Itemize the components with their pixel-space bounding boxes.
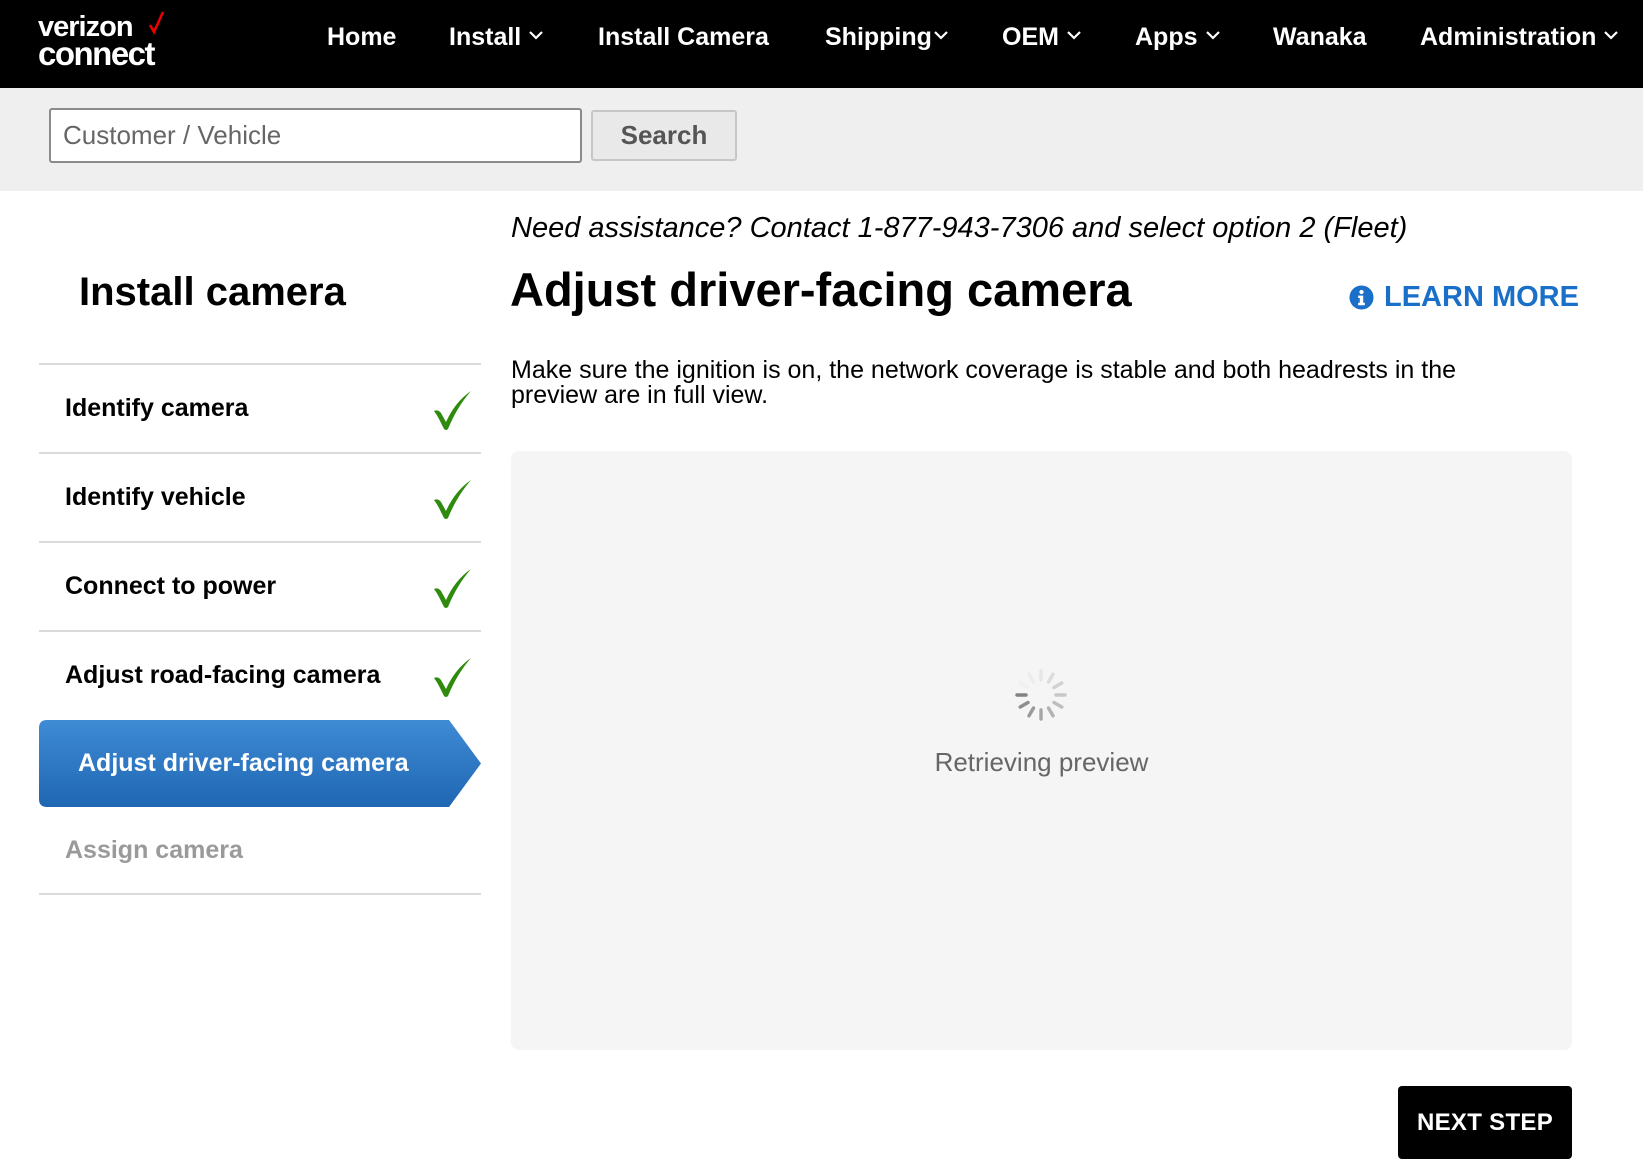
- search-button[interactable]: Search: [591, 110, 737, 161]
- nav-install-camera-label: Install Camera: [598, 23, 769, 51]
- camera-preview-panel: Retrieving preview: [511, 451, 1572, 1050]
- next-step-button[interactable]: NEXT STEP: [1398, 1086, 1572, 1159]
- search-bar: Search: [0, 88, 1643, 191]
- step-label: Identify vehicle: [65, 483, 246, 511]
- nav-wanaka-label: Wanaka: [1273, 23, 1367, 51]
- checkmark-icon: [434, 391, 471, 430]
- sidebar-title: Install camera: [79, 270, 346, 314]
- step-adjust-road-facing-camera[interactable]: Adjust road-facing camera: [39, 630, 481, 719]
- checkmark-icon: [434, 569, 471, 608]
- page-title: Adjust driver-facing camera: [510, 263, 1132, 316]
- nav-home-label: Home: [327, 23, 397, 51]
- checkmark-icon: [434, 480, 471, 519]
- sidebar-divider: [39, 893, 481, 895]
- loading-spinner-icon: [1015, 669, 1067, 721]
- step-identify-camera[interactable]: Identify camera: [39, 363, 481, 452]
- nav-home[interactable]: Home: [327, 0, 396, 74]
- info-circle-icon: [1349, 284, 1374, 310]
- assistance-text: Need assistance? Contact 1-877-943-7306 …: [511, 212, 1408, 244]
- checkmark-icon: [434, 658, 471, 697]
- nav-apps[interactable]: Apps: [1135, 0, 1222, 74]
- logo-line-2: connect: [38, 35, 156, 72]
- nav-wanaka[interactable]: Wanaka: [1273, 0, 1367, 74]
- nav-install-label: Install: [449, 23, 522, 51]
- customer-vehicle-search-input[interactable]: [49, 108, 582, 163]
- step-connect-to-power[interactable]: Connect to power: [39, 541, 481, 630]
- chevron-down-icon: [1067, 31, 1081, 40]
- nav-apps-label: Apps: [1135, 23, 1198, 51]
- nav-shipping[interactable]: Shipping: [825, 0, 950, 74]
- step-adjust-driver-facing-camera[interactable]: Adjust driver-facing camera: [39, 720, 481, 807]
- step-label: Adjust driver-facing camera: [78, 749, 409, 777]
- logo-check-icon: [148, 11, 165, 35]
- preview-status-text: Retrieving preview: [934, 747, 1149, 777]
- nav-shipping-label: Shipping: [825, 23, 932, 51]
- nav-install-camera[interactable]: Install Camera: [598, 0, 769, 74]
- nav-oem-label: OEM: [1002, 23, 1059, 51]
- chevron-down-icon: [1604, 31, 1619, 40]
- step-label: Connect to power: [65, 572, 277, 600]
- step-label: Identify camera: [65, 394, 249, 422]
- chevron-down-icon: [934, 31, 948, 40]
- learn-more-label: LEARN MORE: [1384, 280, 1579, 313]
- step-label: Adjust road-facing camera: [65, 661, 381, 689]
- nav-administration[interactable]: Administration: [1420, 0, 1620, 74]
- nav-administration-label: Administration: [1420, 23, 1597, 51]
- verizon-connect-logo[interactable]: verizon connect: [38, 11, 168, 72]
- step-label: Assign camera: [65, 836, 243, 864]
- learn-more-link[interactable]: LEARN MORE: [1349, 280, 1579, 314]
- instruction-line-1: Make sure the ignition is on, the networ…: [511, 356, 1457, 384]
- chevron-down-icon: [529, 31, 544, 40]
- step-assign-camera: Assign camera: [39, 807, 481, 896]
- nav-install[interactable]: Install: [449, 0, 545, 74]
- step-identify-vehicle[interactable]: Identify vehicle: [39, 452, 481, 541]
- nav-oem[interactable]: OEM: [1002, 0, 1083, 74]
- chevron-down-icon: [1205, 31, 1220, 40]
- top-navigation-bar: verizon connect Home Install Install Cam…: [0, 0, 1643, 88]
- instruction-line-2: preview are in full view.: [511, 381, 769, 409]
- instruction-text: Make sure the ignition is on, the networ…: [511, 358, 1511, 408]
